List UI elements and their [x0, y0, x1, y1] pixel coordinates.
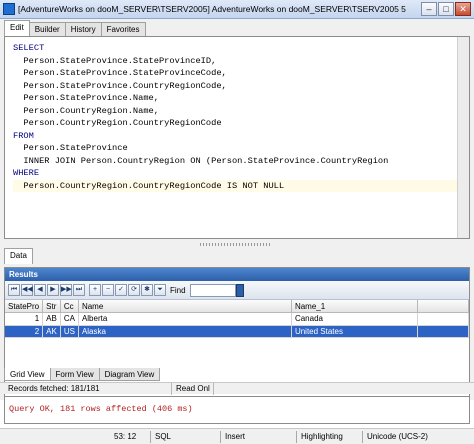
navigator-toolbar: ⏮ ◀◀ ◀ ▶ ▶▶ ⏭ + − ✓ ⟳ ✱ ⏷ Find — [5, 281, 469, 300]
sql-line: Person.StateProvince.StateProvinceID, — [13, 55, 217, 66]
table-row-selected[interactable]: 2 AK US Alaska United States — [5, 325, 470, 338]
column-header[interactable]: Cc — [60, 300, 79, 313]
find-input[interactable] — [189, 283, 236, 297]
window-title: [AdventureWorks on dooM_SERVER\TSERV2005… — [18, 4, 406, 14]
sql-editor[interactable]: SELECT Person.StateProvince.StateProvinc… — [4, 36, 470, 239]
editor-tabs: Edit Builder History Favorites — [4, 20, 146, 36]
view-tabs: Grid View Form View Diagram View — [4, 368, 161, 381]
next-page-icon[interactable]: ▶▶ — [60, 284, 72, 296]
column-header[interactable]: Name — [78, 300, 292, 313]
tab-builder[interactable]: Builder — [28, 22, 66, 36]
tab-favorites[interactable]: Favorites — [100, 22, 146, 36]
insert-indicator: Insert — [220, 431, 296, 443]
close-button[interactable]: ✕ — [455, 2, 471, 16]
column-header[interactable]: Str — [42, 300, 61, 313]
editor-frame: Edit Builder History Favorites SELECT Pe… — [0, 19, 474, 241]
table-cell[interactable]: Canada — [291, 312, 418, 326]
table-cell[interactable]: US — [60, 325, 79, 338]
table-cell-filler — [417, 325, 470, 338]
table-cell[interactable]: AK — [42, 325, 61, 338]
message-panel: Query OK, 181 rows affected (406 ms) — [4, 396, 470, 424]
table-cell[interactable]: AB — [42, 312, 61, 326]
tab-history[interactable]: History — [64, 22, 102, 36]
table-cell[interactable]: United States — [291, 325, 418, 338]
sql-line: Person.StateProvince — [13, 143, 128, 153]
app-icon — [3, 3, 15, 15]
sql-line: Person.StateProvince.CountryRegionCode, — [13, 80, 227, 91]
tab-edit[interactable]: Edit — [4, 20, 30, 36]
grid-header-row: StatePro Str Cc Name Name_1 — [5, 300, 470, 313]
results-title: Results — [5, 268, 469, 281]
sql-line: Person.StateProvince.StateProvinceCode, — [13, 68, 227, 78]
tab-diagram-view[interactable]: Diagram View — [98, 368, 161, 381]
sql-line: WHERE — [13, 168, 40, 178]
sql-line: Person.CountryRegion.CountryRegionCode — [13, 118, 222, 128]
table-cell[interactable]: CA — [60, 312, 79, 326]
filter-icon[interactable]: ⏷ — [154, 284, 166, 296]
find-label: Find — [170, 285, 186, 295]
sql-line: INNER JOIN Person.CountryRegion ON (Pers… — [13, 155, 389, 166]
maximize-button[interactable]: □ — [438, 2, 454, 16]
refresh-icon[interactable]: ⟳ — [128, 284, 140, 296]
editor-scrollbar[interactable] — [457, 37, 469, 238]
first-icon[interactable]: ⏮ — [8, 284, 20, 296]
table-cell-filler — [417, 312, 470, 326]
tab-grid-view[interactable]: Grid View — [4, 368, 51, 381]
splitter-grip[interactable] — [200, 243, 270, 246]
encoding-indicator: Unicode (UCS-2) — [362, 431, 472, 443]
table-cell[interactable]: Alberta — [78, 312, 292, 326]
records-fetched: Records fetched: 181/181 — [4, 383, 172, 395]
query-message: Query OK, 181 rows affected (406 ms) — [9, 404, 193, 414]
cursor-position: 53: 12 — [114, 432, 137, 441]
tab-data[interactable]: Data — [4, 248, 33, 264]
results-grid[interactable]: StatePro Str Cc Name Name_1 1 AB CA Albe… — [5, 300, 470, 338]
prev-icon[interactable]: ◀ — [34, 284, 46, 296]
next-icon[interactable]: ▶ — [47, 284, 59, 296]
highlighting-indicator: Highlighting — [296, 431, 362, 443]
column-header[interactable]: Name_1 — [291, 300, 418, 313]
table-cell[interactable]: 1 — [5, 312, 44, 326]
sql-line-current: Person.CountryRegion.CountryRegionCode I… — [13, 179, 465, 192]
tab-form-view[interactable]: Form View — [49, 368, 100, 381]
fetch-status-bar: Records fetched: 181/181 Read Onl — [0, 382, 474, 395]
prev-page-icon[interactable]: ◀◀ — [21, 284, 33, 296]
table-cell[interactable]: Alaska — [78, 325, 292, 338]
table-cell[interactable]: 2 — [5, 325, 44, 338]
title-bar: [AdventureWorks on dooM_SERVER\TSERV2005… — [0, 0, 474, 19]
column-header[interactable]: StatePro — [5, 300, 44, 313]
sql-line: FROM — [13, 130, 34, 141]
post-icon[interactable]: ✓ — [115, 284, 127, 296]
panel-splitter[interactable] — [0, 241, 474, 248]
sql-line: Person.CountryRegion.Name, — [13, 105, 159, 116]
data-tabs: Data — [4, 248, 33, 264]
sql-line: Person.StateProvince.Name, — [13, 93, 159, 103]
read-only-indicator: Read Onl — [172, 383, 214, 395]
table-row[interactable]: 1 AB CA Alberta Canada — [5, 312, 470, 326]
find-dropdown-button[interactable] — [235, 283, 244, 297]
insert-icon[interactable]: + — [89, 284, 101, 296]
sql-code[interactable]: SELECT Person.StateProvince.StateProvinc… — [13, 42, 465, 192]
sql-line: SELECT — [13, 43, 45, 53]
mode-indicator: SQL — [150, 431, 220, 443]
column-header-filler — [417, 300, 470, 313]
last-icon[interactable]: ⏭ — [73, 284, 85, 296]
minimize-button[interactable]: – — [421, 2, 437, 16]
status-bar: 53: 12 SQL Insert Highlighting Unicode (… — [0, 428, 474, 444]
cancel-icon[interactable]: ✱ — [141, 284, 153, 296]
delete-icon[interactable]: − — [102, 284, 114, 296]
